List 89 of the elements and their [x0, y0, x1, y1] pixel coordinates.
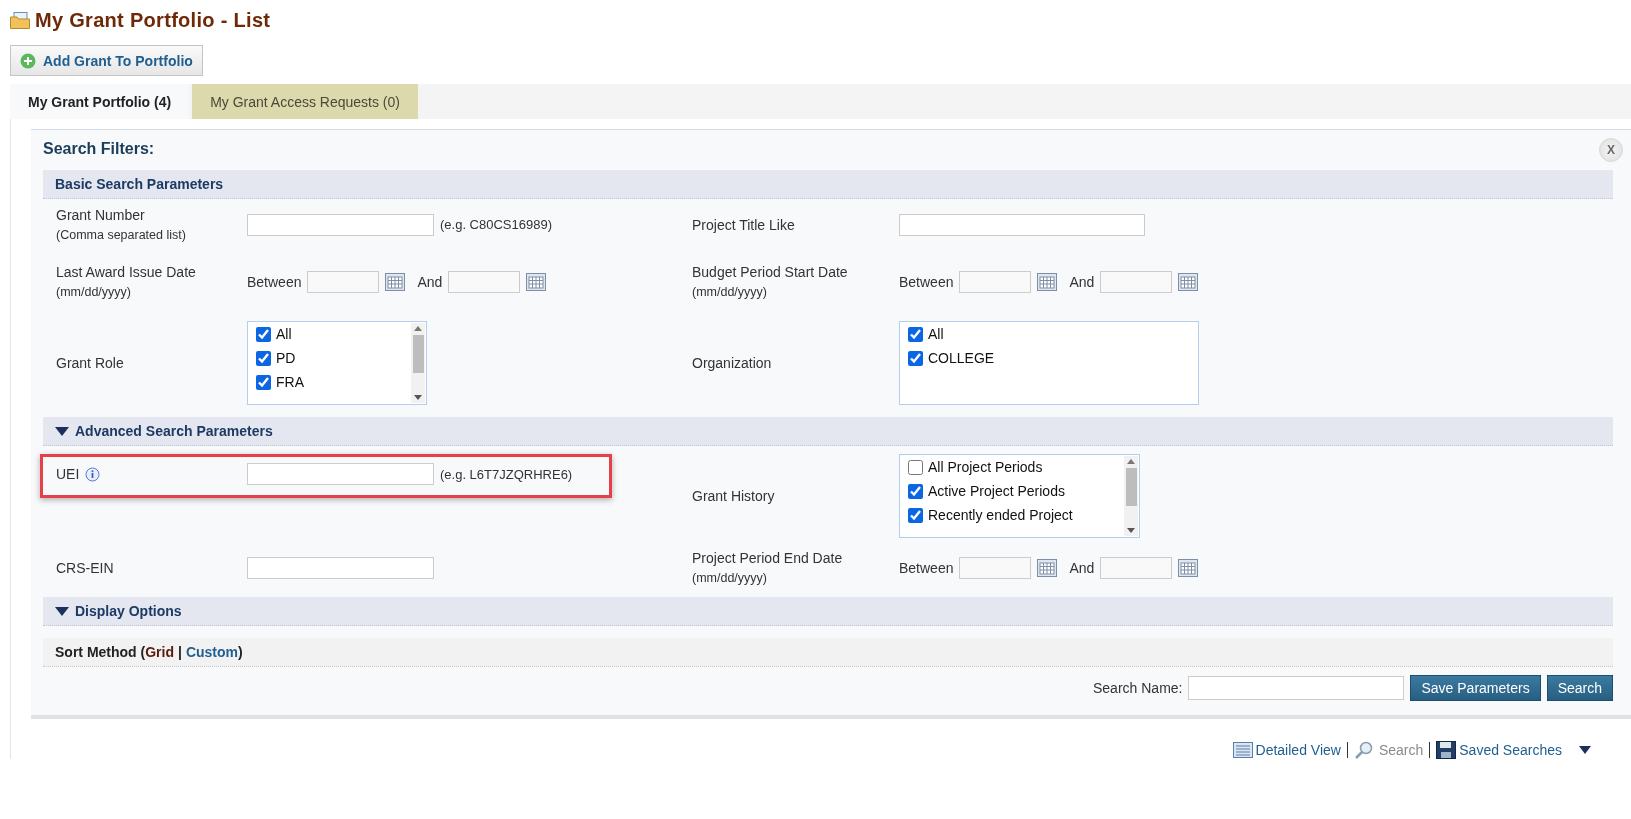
- date-field[interactable]: [307, 270, 380, 293]
- date-field[interactable]: [959, 270, 1032, 293]
- toolbar-link[interactable]: Saved Searches: [1436, 741, 1562, 759]
- sort-method-label: Sort Method (: [55, 644, 146, 660]
- calendar-icon[interactable]: [1178, 558, 1199, 577]
- checkbox[interactable]: [908, 459, 923, 475]
- scroll-down-icon[interactable]: [414, 395, 422, 400]
- search-name-field[interactable]: [1188, 676, 1405, 700]
- checkbox[interactable]: [256, 350, 271, 366]
- and-label: And: [417, 273, 443, 290]
- checkbox-option[interactable]: COLLEGE: [908, 350, 1198, 366]
- field-label: Grant Role: [56, 355, 125, 371]
- field-label: Grant History: [692, 488, 776, 504]
- field-label: Grant Number: [56, 207, 146, 223]
- scroll-down-icon[interactable]: [1127, 528, 1135, 533]
- field-label: Project Title Like: [692, 216, 796, 233]
- and-label: And: [1069, 273, 1095, 290]
- checkbox[interactable]: [908, 326, 923, 342]
- checkbox[interactable]: [908, 483, 923, 499]
- date-field[interactable]: [1100, 556, 1173, 579]
- checkbox[interactable]: [256, 374, 271, 390]
- list-view-icon: [1232, 742, 1253, 758]
- scroll-up-icon[interactable]: [1127, 459, 1135, 464]
- field-label: Organization: [692, 355, 773, 371]
- scrollbar[interactable]: [411, 323, 425, 403]
- field-label: Last Award Issue Date: [56, 264, 197, 280]
- separator: |: [178, 644, 182, 660]
- text-field[interactable]: [247, 463, 434, 485]
- checkbox[interactable]: [908, 507, 923, 523]
- section-title: Basic Search Parameters: [55, 176, 224, 192]
- checkbox-option[interactable]: Active Project Periods: [908, 483, 1139, 499]
- field-format-hint: (mm/dd/yyyy): [692, 285, 768, 299]
- text-field[interactable]: [247, 213, 434, 236]
- field-format-hint: (Comma separated list): [56, 228, 187, 242]
- page-title: My Grant Portfolio - List: [35, 9, 271, 32]
- folder-icon: [10, 12, 30, 29]
- panel-title: Search Filters:: [43, 140, 155, 158]
- checkbox-option[interactable]: All: [908, 326, 1198, 342]
- close-button[interactable]: X: [1599, 138, 1623, 162]
- sort-option-link[interactable]: Grid: [145, 644, 174, 660]
- add-grant-button[interactable]: Add Grant To Portfolio: [10, 45, 203, 76]
- field-label: Project Period End Date: [692, 550, 844, 566]
- plus-circle-icon: [20, 52, 36, 69]
- field-label: UEI: [56, 466, 247, 482]
- checkbox[interactable]: [908, 350, 923, 366]
- closing-parenthesis: ): [238, 644, 243, 660]
- checkbox-option[interactable]: FRA: [256, 374, 426, 390]
- example-hint: (e.g. C80CS16989): [440, 217, 552, 232]
- and-label: And: [1069, 559, 1095, 576]
- checkbox[interactable]: [256, 326, 271, 342]
- calendar-icon[interactable]: [526, 272, 547, 291]
- between-label: Between: [247, 273, 302, 290]
- text-field[interactable]: [247, 556, 434, 579]
- field-label: Budget Period Start Date: [692, 264, 849, 280]
- calendar-icon[interactable]: [1037, 558, 1058, 577]
- checkbox-option[interactable]: All Project Periods: [908, 459, 1139, 475]
- section-title: Display Options: [75, 603, 182, 619]
- date-field[interactable]: [448, 270, 521, 293]
- sort-option-link[interactable]: Custom: [185, 644, 239, 660]
- date-field[interactable]: [1100, 270, 1173, 293]
- field-label: CRS-EIN: [56, 559, 115, 576]
- date-field[interactable]: [959, 556, 1032, 579]
- checkbox-option[interactable]: All: [256, 326, 426, 342]
- tab[interactable]: My Grant Portfolio (4): [10, 84, 190, 119]
- search-button[interactable]: Search: [1546, 675, 1613, 701]
- section-header[interactable]: Advanced Search Parameters: [43, 417, 1613, 446]
- info-icon[interactable]: [85, 466, 101, 482]
- scroll-up-icon[interactable]: [414, 326, 422, 331]
- checkbox-option[interactable]: PD: [256, 350, 426, 366]
- text-field[interactable]: [899, 213, 1145, 236]
- search-name-label: Search Name:: [1093, 680, 1183, 696]
- scrollbar[interactable]: [1124, 456, 1138, 536]
- toolbar-link[interactable]: Detailed View: [1232, 742, 1341, 758]
- calendar-icon[interactable]: [1037, 272, 1058, 291]
- tab[interactable]: My Grant Access Requests (0): [192, 84, 418, 119]
- field-format-hint: (mm/dd/yyyy): [56, 285, 132, 299]
- between-label: Between: [899, 273, 954, 290]
- section-header[interactable]: Display Options: [43, 597, 1613, 626]
- triangle-down-icon[interactable]: [55, 604, 69, 618]
- example-hint: (e.g. L6T7JZQRHRE6): [440, 466, 573, 482]
- field-format-hint: (mm/dd/yyyy): [692, 571, 768, 585]
- dropdown-caret-icon[interactable]: [1579, 746, 1591, 754]
- section-title: Advanced Search Parameters: [75, 423, 273, 439]
- calendar-icon[interactable]: [385, 272, 406, 291]
- checkbox-option[interactable]: Recently ended Project: [908, 507, 1139, 523]
- triangle-down-icon[interactable]: [55, 424, 69, 438]
- save-parameters-button[interactable]: Save Parameters: [1410, 675, 1541, 701]
- between-label: Between: [899, 559, 954, 576]
- calendar-icon[interactable]: [1178, 272, 1199, 291]
